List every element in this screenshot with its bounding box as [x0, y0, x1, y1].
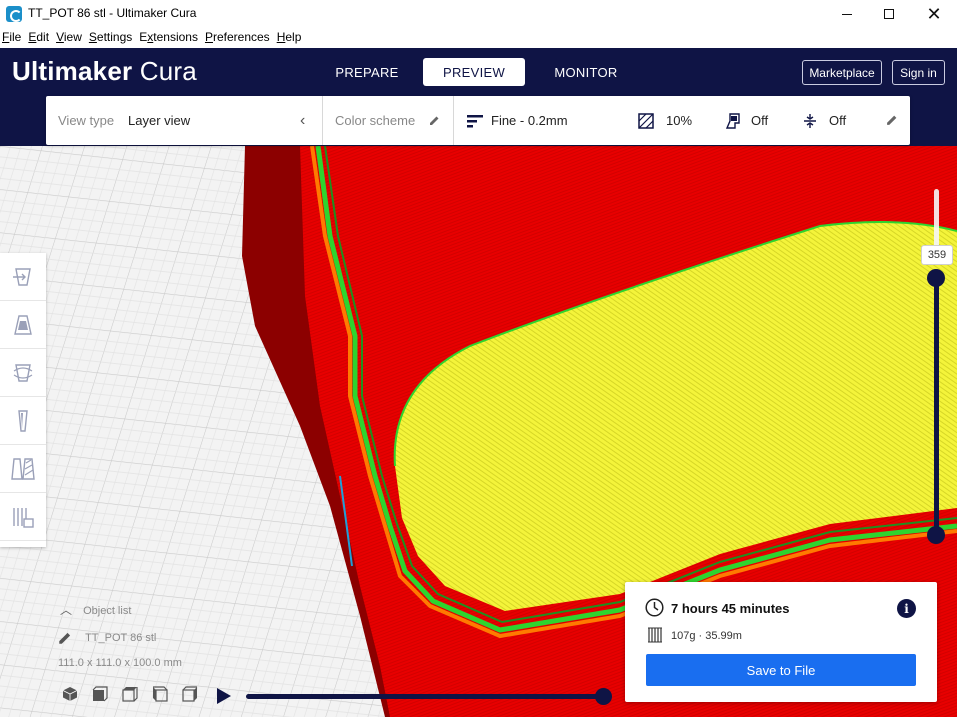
per-model-settings-button[interactable]	[0, 445, 46, 493]
view-toolbar: View type Layer view ‹ Color scheme Fine…	[46, 96, 910, 145]
brand-logo: Ultimaker Cura	[12, 56, 197, 86]
scale-tool-button[interactable]	[0, 301, 46, 349]
print-time: 7 hours 45 minutes	[671, 601, 790, 616]
view-left-icon[interactable]	[152, 686, 168, 702]
rotate-icon	[13, 363, 33, 382]
infill-setting[interactable]: 10%	[638, 96, 692, 145]
object-name: TT_POT 86 stl	[85, 631, 157, 644]
support-icon	[725, 112, 740, 129]
spool-icon	[648, 627, 662, 643]
maximize-icon	[884, 9, 894, 19]
layer-slider-track[interactable]	[934, 278, 939, 536]
view-front-icon[interactable]	[92, 686, 108, 702]
menu-view[interactable]: View	[54, 28, 85, 48]
view-right-icon[interactable]	[182, 686, 198, 702]
color-scheme-button[interactable]: Color scheme	[335, 96, 443, 145]
window-title: TT_POT 86 stl - Ultimaker Cura	[28, 6, 197, 20]
chevron-up-icon: ︿	[60, 603, 73, 617]
minimize-icon	[842, 13, 852, 15]
cura-app-icon	[6, 6, 22, 22]
save-to-file-button[interactable]: Save to File	[646, 654, 916, 686]
clock-icon	[645, 598, 664, 617]
profile-icon	[467, 114, 483, 127]
marketplace-button[interactable]: Marketplace	[802, 60, 882, 85]
move-icon	[13, 267, 31, 286]
pencil-icon	[430, 116, 439, 125]
support-blocker-button[interactable]	[0, 493, 46, 541]
object-name-row[interactable]: TT_POT 86 stl	[58, 631, 156, 645]
move-tool-button[interactable]	[0, 253, 46, 301]
close-icon: ✕	[926, 4, 942, 24]
close-button[interactable]: ✕	[911, 0, 957, 28]
menu-edit[interactable]: Edit	[26, 28, 52, 48]
chevron-left-icon: ‹	[300, 111, 306, 129]
sign-in-button[interactable]: Sign in	[892, 60, 945, 85]
layer-path-slider-track[interactable]	[246, 694, 604, 699]
divider	[322, 96, 323, 145]
per-model-settings-icon	[11, 457, 35, 480]
pencil-icon	[59, 632, 71, 644]
layer-slider-upper-track[interactable]	[934, 189, 939, 249]
info-icon[interactable]: i	[897, 599, 916, 618]
mirror-icon	[18, 409, 28, 432]
support-value: Off	[751, 113, 769, 128]
current-layer-input[interactable]: 359	[921, 245, 953, 265]
infill-value: 10%	[666, 113, 693, 128]
minimize-button[interactable]	[824, 0, 870, 28]
layer-slider-bottom-handle[interactable]	[927, 526, 945, 544]
view-type-value: Layer view	[128, 113, 191, 128]
view-type-label: View type	[58, 113, 115, 128]
view-type-dropdown[interactable]: Layer view ‹	[128, 96, 318, 145]
object-list-toggle[interactable]: ︿ Object list	[60, 601, 131, 618]
maximize-button[interactable]	[866, 0, 912, 28]
tab-monitor[interactable]: MONITOR	[543, 58, 629, 86]
infill-icon	[638, 112, 654, 129]
edit-settings-pencil-icon[interactable]	[886, 114, 898, 126]
divider	[453, 96, 454, 145]
tool-panel	[0, 253, 46, 547]
tab-prepare[interactable]: PREPARE	[330, 58, 404, 86]
menu-help[interactable]: Help	[275, 28, 305, 48]
title-bar: TT_POT 86 stl - Ultimaker Cura ✕	[0, 0, 957, 28]
object-dimensions: 111.0 x 111.0 x 100.0 mm	[58, 657, 182, 669]
view-3d-icon[interactable]	[62, 686, 78, 702]
layer-slider-top-handle[interactable]	[927, 269, 945, 287]
mirror-tool-button[interactable]	[0, 397, 46, 445]
play-simulation-button[interactable]	[217, 688, 231, 704]
menu-bar: File Edit View Settings Extensions Prefe…	[0, 28, 957, 48]
menu-file[interactable]: File	[0, 28, 24, 48]
menu-preferences[interactable]: Preferences	[203, 28, 273, 48]
adhesion-value: Off	[829, 113, 847, 128]
print-info-panel: 7 hours 45 minutes 107g · 35.99m i Save …	[625, 582, 937, 702]
adhesion-setting[interactable]: Off	[803, 96, 846, 145]
support-setting[interactable]: Off	[725, 96, 768, 145]
view-top-icon[interactable]	[122, 686, 138, 702]
support-blocker-icon	[13, 507, 34, 528]
tab-preview[interactable]: PREVIEW	[423, 58, 525, 86]
rotate-tool-button[interactable]	[0, 349, 46, 397]
adhesion-icon	[804, 113, 816, 128]
material-usage: 107g · 35.99m	[671, 630, 742, 642]
scale-icon	[14, 314, 32, 335]
layer-path-slider-handle[interactable]	[595, 688, 612, 705]
menu-settings[interactable]: Settings	[87, 28, 135, 48]
profile-value: Fine - 0.2mm	[491, 113, 568, 128]
menu-extensions[interactable]: Extensions	[137, 28, 201, 48]
print-profile-button[interactable]: Fine - 0.2mm	[467, 96, 568, 145]
